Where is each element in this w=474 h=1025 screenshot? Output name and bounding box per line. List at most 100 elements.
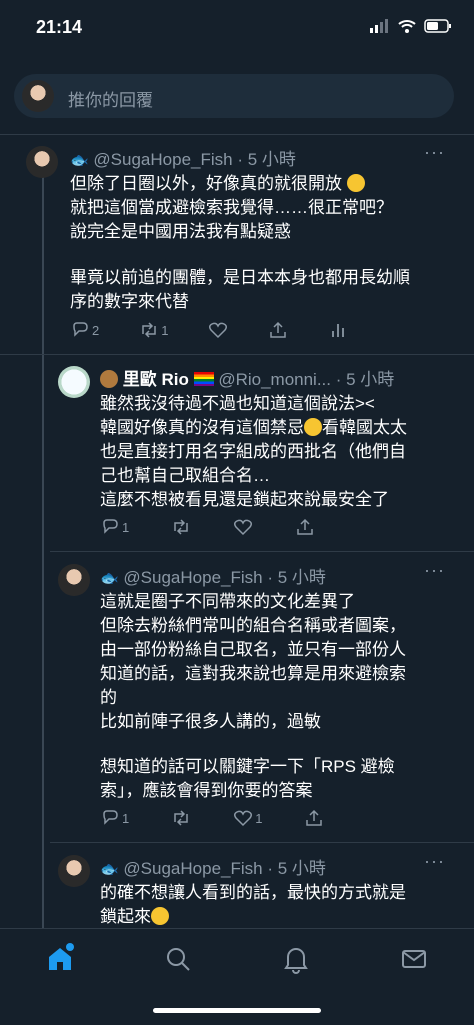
tweet-time[interactable]: · 5 小時	[237, 150, 296, 169]
like-button[interactable]: 1	[233, 808, 262, 828]
analytics-button[interactable]	[328, 320, 348, 340]
like-button[interactable]	[208, 320, 228, 340]
rainbow-flag-icon	[193, 372, 214, 386]
retweet-icon	[174, 810, 188, 826]
tweet-text-line: 序的數字來代替	[70, 292, 189, 311]
status-icons	[370, 19, 452, 33]
home-icon[interactable]	[44, 943, 76, 975]
thinking-face-icon	[346, 174, 365, 192]
heart-icon	[234, 810, 253, 827]
retweet-button[interactable]	[171, 808, 191, 828]
retweet-button[interactable]	[171, 517, 191, 537]
tweet-text-line: 鎖起來	[100, 902, 169, 927]
battery-icon	[424, 19, 451, 33]
thinking-face-icon	[304, 418, 322, 436]
more-dots-icon[interactable]: ···	[424, 560, 445, 581]
analytics-icon	[332, 324, 345, 337]
fish-emoji-icon: 🐟	[100, 570, 119, 587]
tweet-text-line: 韓國好像真的沒有這個禁忌 看韓國太太	[100, 418, 407, 437]
tweet-text-line: 想知道的話可以關鍵字一下「RPS 避檢	[100, 757, 395, 776]
reply-bar[interactable]: 推你的回覆	[14, 74, 454, 118]
tweet-text-line: 但除了日圈以外，好像真的就很開放	[70, 169, 365, 194]
divider	[50, 842, 474, 843]
tweet-actions: 1	[100, 517, 315, 537]
avatar[interactable]	[58, 366, 90, 398]
divider	[50, 551, 474, 552]
tweet-time[interactable]: · 5 小時	[267, 568, 326, 587]
retweet-count: 1	[161, 322, 169, 338]
reply-count: 2	[92, 322, 100, 338]
tweet-text-line: 索」，應該會得到你要的答案	[100, 781, 313, 800]
tweet-text-line: 由一部份粉絲自己取名，並只有一部份人	[100, 640, 406, 659]
tweet-text-line: 也是直接打用名字組成的西批名（他們自	[100, 442, 406, 461]
fish-emoji-icon: 🐟	[70, 152, 89, 169]
divider	[0, 354, 474, 355]
avatar[interactable]	[58, 855, 90, 887]
reply-button[interactable]: 1	[100, 517, 129, 537]
tweet-handle[interactable]: @SugaHope_Fish	[123, 568, 262, 587]
tweet-handle[interactable]: @SugaHope_Fish	[93, 150, 232, 169]
tweet-actions: 2 1	[70, 320, 348, 340]
tweet-text-line: 比如前陣子很多人講的，過敏	[100, 712, 321, 731]
retweet-icon	[142, 322, 156, 338]
reply-button[interactable]: 2	[70, 320, 99, 340]
tweet-text-line: 這麼不想被看見還是鎖起來說最安全了	[100, 490, 389, 509]
like-button[interactable]	[233, 517, 253, 537]
home-indicator[interactable]	[153, 1008, 321, 1013]
tweet-text-line: 的確不想讓人看到的話，最快的方式就是	[100, 883, 406, 902]
share-button[interactable]	[295, 517, 315, 537]
retweet-button[interactable]: 1	[139, 320, 168, 340]
divider	[0, 134, 474, 135]
share-icon	[297, 518, 313, 535]
tweet-handle[interactable]: @Rio_monni...	[218, 370, 331, 389]
tweet-display-name[interactable]: 里歐 Rio	[123, 370, 189, 389]
tweet-text-line: 雖然我沒待過不過也知道這個說法><	[100, 394, 375, 413]
share-icon	[306, 809, 323, 826]
tweet-text-line: 知道的話，這對我來說也算是用來避檢索	[100, 664, 406, 683]
reply-button[interactable]: 1	[100, 808, 129, 828]
tweet-text-line: 就把這個當成避檢索我覺得……很正常吧？	[70, 198, 393, 217]
thread-line	[42, 176, 44, 928]
like-count: 1	[255, 810, 263, 826]
messages-icon[interactable]	[398, 943, 430, 975]
rolling-laugh-icon	[151, 907, 169, 925]
reply-count: 1	[122, 519, 130, 535]
fish-emoji-icon: 🐟	[100, 861, 119, 878]
share-button[interactable]	[268, 320, 288, 340]
notifications-icon[interactable]	[280, 943, 312, 975]
search-icon[interactable]	[162, 943, 194, 975]
share-icon	[270, 321, 287, 338]
tweet-meta: 🐟 @SugaHope_Fish · 5 小時	[100, 854, 326, 879]
tweet-text-line: 畢竟以前追的團體，是日本本身也都用長幼順	[70, 268, 410, 287]
avatar	[22, 80, 54, 112]
tweet-time[interactable]: · 5 小時	[267, 859, 326, 878]
tweet-meta: 里歐 Rio @Rio_monni... · 5 小時	[100, 365, 394, 390]
status-bar: 21:14	[0, 0, 474, 52]
status-time: 21:14	[36, 17, 83, 37]
tweet-time[interactable]: · 5 小時	[336, 370, 395, 389]
share-button[interactable]	[304, 808, 324, 828]
heart-icon	[234, 519, 253, 536]
tweet-text-line: 的	[100, 688, 117, 707]
tweet-text-line: 說完全是中國用法我有點疑惑	[70, 222, 291, 241]
tweet-meta: 🐟 @SugaHope_Fish · 5 小時	[100, 563, 326, 588]
more-dots-icon[interactable]: ···	[424, 851, 445, 872]
wifi-icon	[398, 20, 416, 33]
retweet-icon	[174, 519, 188, 535]
tweet-text-line: 己也幫自己取組合名…	[100, 466, 270, 485]
tweet-meta: 🐟 @SugaHope_Fish · 5 小時	[70, 145, 296, 170]
avatar[interactable]	[58, 564, 90, 596]
reply-placeholder: 推你的回覆	[68, 91, 153, 110]
bear-emoji-icon	[100, 370, 118, 388]
heart-icon	[209, 322, 228, 339]
tweet-actions: 1 1	[100, 808, 324, 828]
signal-icon	[370, 19, 388, 33]
tweet-text-line: 這就是圈子不同帶來的文化差異了	[100, 592, 355, 611]
avatar[interactable]	[26, 146, 58, 178]
reply-icon	[103, 519, 118, 534]
tweet-text-line: 但除去粉絲們常叫的組合名稱或者圖案，	[100, 616, 406, 635]
tweet-handle[interactable]: @SugaHope_Fish	[123, 859, 262, 878]
more-dots-icon[interactable]: ···	[424, 142, 445, 163]
reply-icon	[103, 810, 118, 825]
reply-count: 1	[122, 810, 130, 826]
